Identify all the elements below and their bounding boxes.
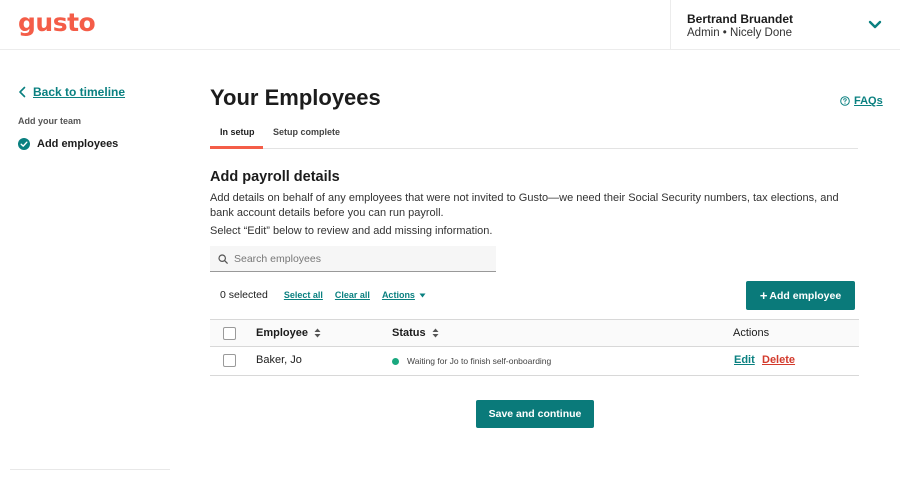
tab-setup-complete[interactable]: Setup complete <box>273 127 340 137</box>
status-cell: Waiting for Jo to finish self-onboarding <box>392 356 551 366</box>
question-circle-icon <box>840 96 850 106</box>
actions-column-header: Actions <box>733 327 769 339</box>
table-header-row: Employee Status Actions <box>210 319 859 347</box>
select-all-checkbox[interactable] <box>223 327 236 340</box>
select-all-link[interactable]: Select all <box>284 290 323 300</box>
sidebar-item-label: Add employees <box>37 138 119 150</box>
add-employee-label: Add employee <box>769 289 842 302</box>
status-dot-icon <box>392 357 399 365</box>
faqs-label: FAQs <box>854 95 883 107</box>
sidebar-section-label: Add your team <box>18 116 82 126</box>
clear-all-link[interactable]: Clear all <box>335 290 370 300</box>
search-input[interactable] <box>234 252 484 265</box>
add-employee-button[interactable]: + Add employee <box>746 281 855 310</box>
page-title: Your Employees <box>210 85 381 110</box>
active-tab-indicator <box>210 146 263 149</box>
status-column-header[interactable]: Status <box>392 327 439 339</box>
actions-label: Actions <box>381 290 415 300</box>
delete-link[interactable]: Delete <box>762 354 795 366</box>
selected-count: 0 selected <box>220 289 268 301</box>
status-header-label: Status <box>392 327 426 339</box>
chevron-left-icon <box>19 86 26 98</box>
gusto-logo[interactable]: gusto <box>18 8 96 37</box>
section-description: Add details on behalf of any employees t… <box>210 192 839 219</box>
tab-bar: In setup Setup complete <box>210 120 858 149</box>
user-role: Admin • Nicely Done <box>687 27 793 39</box>
check-circle-icon <box>18 138 30 150</box>
chevron-down-icon[interactable] <box>867 17 883 33</box>
status-text: Waiting for Jo to finish self-onboarding <box>407 356 552 366</box>
sort-icon <box>432 328 439 338</box>
sort-icon <box>314 328 321 338</box>
search-icon <box>218 253 228 264</box>
section-title: Add payroll details <box>210 169 340 185</box>
employee-column-header[interactable]: Employee <box>256 327 321 339</box>
section-instruction: Select “Edit” below to review and add mi… <box>210 225 493 237</box>
user-menu[interactable]: Bertrand Bruandet Admin • Nicely Done <box>670 0 900 50</box>
search-box <box>210 246 496 272</box>
tab-in-setup[interactable]: In setup <box>220 127 255 137</box>
row-checkbox[interactable] <box>223 354 236 367</box>
save-and-continue-button[interactable]: Save and continue <box>476 400 594 428</box>
employee-name: Baker, Jo <box>256 354 302 366</box>
faqs-link[interactable]: FAQs <box>840 95 883 107</box>
sidebar-item-add-employees[interactable]: Add employees <box>18 138 118 150</box>
employee-header-label: Employee <box>256 327 308 339</box>
sidebar-divider <box>10 469 170 470</box>
back-to-timeline-label: Back to timeline <box>33 85 126 99</box>
edit-link[interactable]: Edit <box>734 354 755 366</box>
back-to-timeline-link[interactable]: Back to timeline <box>18 85 125 99</box>
plus-icon: + <box>759 288 768 303</box>
user-name: Bertrand Bruandet <box>687 12 794 26</box>
table-row: Baker, Jo Waiting for Jo to finish self-… <box>210 347 859 376</box>
employees-table: Employee Status Actions Baker, Jo Waitin… <box>210 319 859 376</box>
actions-header-label: Actions <box>733 327 770 339</box>
bulk-toolbar: 0 selected Select all Clear all Actions <box>220 289 426 301</box>
caret-down-icon <box>419 293 426 297</box>
actions-dropdown[interactable]: Actions <box>382 290 426 300</box>
top-header: gusto Bertrand Bruandet Admin • Nicely D… <box>0 0 900 50</box>
